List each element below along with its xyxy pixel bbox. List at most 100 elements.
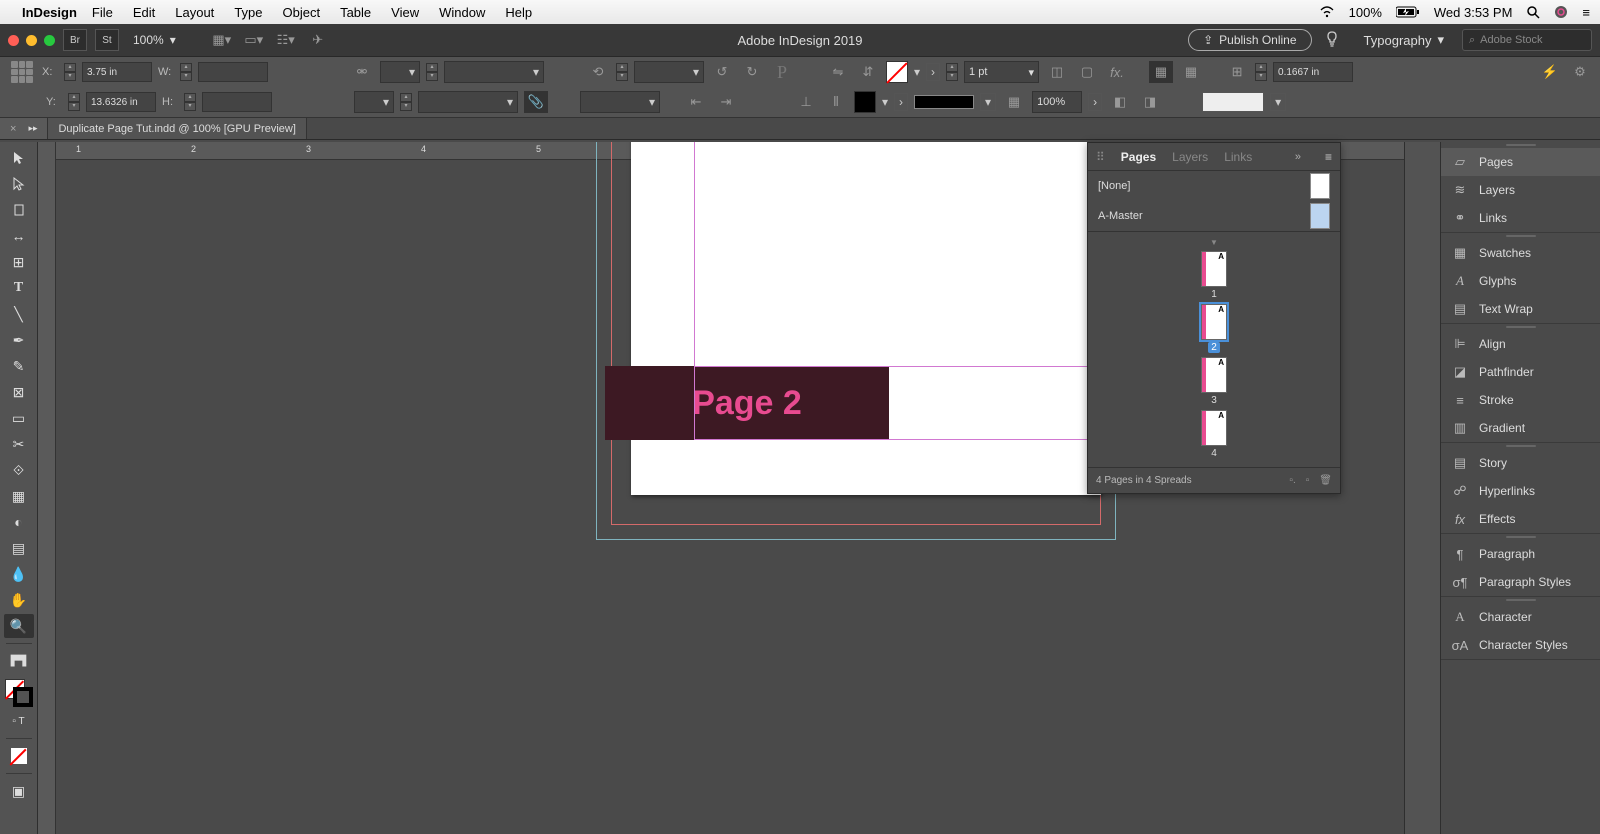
hand-tool[interactable]: ✋ [4,588,34,612]
new-page-icon[interactable]: ▫ [1306,475,1310,486]
stroke-swatch[interactable] [854,91,876,113]
screen-mode-button[interactable]: ▭▾ [242,29,266,51]
text-wrap-bounding-icon[interactable]: ▦ [1179,61,1203,83]
h-field[interactable] [202,92,272,112]
menu-layout[interactable]: Layout [175,5,214,20]
clip-icon[interactable]: 📎 [524,91,548,113]
opacity-icon[interactable]: ▦ [1002,91,1026,113]
align-options-icon[interactable]: ⊥ [794,91,818,113]
selection-tool[interactable] [4,146,34,170]
tint-field[interactable]: 100% [1032,91,1082,113]
rotate-steppers[interactable]: ▴▾ [616,63,628,81]
stroke-weight-field[interactable]: 1 pt▾ [964,61,1039,83]
page-thumb-3[interactable]: 3 [1088,357,1340,406]
select-next-icon[interactable]: ⇥ [714,91,738,113]
pen-tool[interactable]: ✒ [4,328,34,352]
scale-steppers[interactable]: ▴▾ [426,63,438,81]
effects-fx-icon[interactable]: fx. [1105,61,1129,83]
dock-paragraph[interactable]: ¶Paragraph [1441,540,1600,568]
view-options-button[interactable]: ▦▾ [210,29,234,51]
menu-file[interactable]: File [92,5,113,20]
maximize-window-button[interactable] [44,35,55,46]
x-steppers[interactable]: ▴▾ [64,63,76,81]
edit-page-size-icon[interactable]: ▫. [1289,475,1295,486]
chevron-down-icon[interactable]: ▾ [914,65,920,79]
flip-v-icon[interactable]: ⇵ [856,61,880,83]
dock-effects[interactable]: fxEffects [1441,505,1600,533]
dock-character-styles[interactable]: σACharacter Styles [1441,631,1600,659]
rectangle-tool[interactable]: ▭ [4,406,34,430]
quick-apply-icon[interactable]: ⚡ [1538,61,1562,83]
select-prev-icon[interactable]: ⇤ [684,91,708,113]
page-thumb-1[interactable]: 1 [1088,251,1340,300]
menu-edit[interactable]: Edit [133,5,155,20]
dock-character[interactable]: ACharacter [1441,603,1600,631]
scissors-tool[interactable]: ✂ [4,432,34,456]
tab-layers[interactable]: Layers [1172,150,1208,164]
direct-selection-tool[interactable] [4,172,34,196]
menu-view[interactable]: View [391,5,419,20]
dock-gradient[interactable]: ▥Gradient [1441,414,1600,442]
menu-window[interactable]: Window [439,5,485,20]
help-tips-icon[interactable] [1320,29,1344,51]
document-tab[interactable]: × ▸▸ [0,118,48,139]
app-name[interactable]: InDesign [22,5,77,20]
zoom-tool[interactable]: 🔍 [4,614,34,638]
w-field[interactable] [198,62,268,82]
menu-table[interactable]: Table [340,5,371,20]
note-tool[interactable]: ▤ [4,536,34,560]
fill-stroke-control[interactable] [5,679,33,707]
dock-story[interactable]: ▤Story [1441,449,1600,477]
adobe-stock-search[interactable]: ⌕Adobe Stock [1462,29,1592,51]
menu-object[interactable]: Object [283,5,321,20]
stroke-style-preview[interactable] [914,95,974,109]
screen-mode-tool[interactable]: ▣ [4,779,34,803]
line-tool[interactable]: ╲ [4,302,34,326]
leading-field[interactable]: 0.1667 in [1273,62,1353,82]
reference-point[interactable] [8,58,36,86]
text-wrap-none-icon[interactable]: ▦ [1149,61,1173,83]
close-window-button[interactable] [8,35,19,46]
color-theme-tool[interactable]: ▛▜ [4,649,34,673]
fill-swatch[interactable] [886,61,908,83]
bridge-button[interactable]: Br [63,29,87,51]
delete-page-icon[interactable]: 🗑 [1319,475,1332,486]
document-tab-active[interactable]: Duplicate Page Tut.indd @ 100% [GPU Prev… [48,118,306,139]
rotate-ccw-icon[interactable]: ↺ [710,61,734,83]
shear-dropdown[interactable]: ▾ [418,91,518,113]
apply-none-icon[interactable] [4,744,34,768]
publish-online-button[interactable]: ⇪Publish Online [1188,29,1311,51]
chevron-right-icon[interactable]: › [926,63,940,81]
wifi-icon[interactable] [1319,6,1335,18]
scale-dropdown[interactable]: ▾ [444,61,544,83]
workspace-selector[interactable]: Typography▾ [1364,32,1444,48]
dock-links[interactable]: ⚭Links [1441,204,1600,232]
type-tool[interactable]: T [4,276,34,300]
corner-options-icon[interactable]: ◫ [1045,61,1069,83]
minimize-window-button[interactable] [26,35,37,46]
dock-hyperlinks[interactable]: ☍Hyperlinks [1441,477,1600,505]
chevron-down-icon[interactable]: ▾ [882,95,888,109]
gradient-feather-tool[interactable]: ◐ [4,510,34,534]
chevron-right-icon[interactable]: › [1088,93,1102,111]
drop-shadow-icon[interactable]: ▢ [1075,61,1099,83]
dock-pages[interactable]: ▱Pages [1441,148,1600,176]
chevron-down-icon[interactable]: ▾ [980,93,996,111]
chevron-down-icon[interactable]: ▾ [1270,93,1286,111]
panel-menu-icon[interactable]: ≡ [1325,150,1332,164]
gap-tool[interactable]: ↔ [4,224,34,248]
chevron-right-icon[interactable]: › [894,93,908,111]
free-transform-tool[interactable]: ⟐ [4,458,34,482]
dock-paragraph-styles[interactable]: σ¶Paragraph Styles [1441,568,1600,596]
spotlight-icon[interactable] [1526,5,1540,19]
formatting-container-icon[interactable]: ▫ T [4,709,34,733]
rotate-cw-icon[interactable]: ↻ [740,61,764,83]
close-tab-icon[interactable]: × [10,123,16,135]
page-thumb-2[interactable]: 2 [1088,304,1340,353]
y-field[interactable]: 13.6326 in [86,92,156,112]
page-thumb-4[interactable]: 4 [1088,410,1340,459]
rotate-dropdown[interactable]: ▾ [634,61,704,83]
ruler-vertical[interactable] [38,142,56,834]
collapse-panel-icon[interactable]: » [1295,151,1301,163]
tab-pages[interactable]: Pages [1121,150,1156,164]
